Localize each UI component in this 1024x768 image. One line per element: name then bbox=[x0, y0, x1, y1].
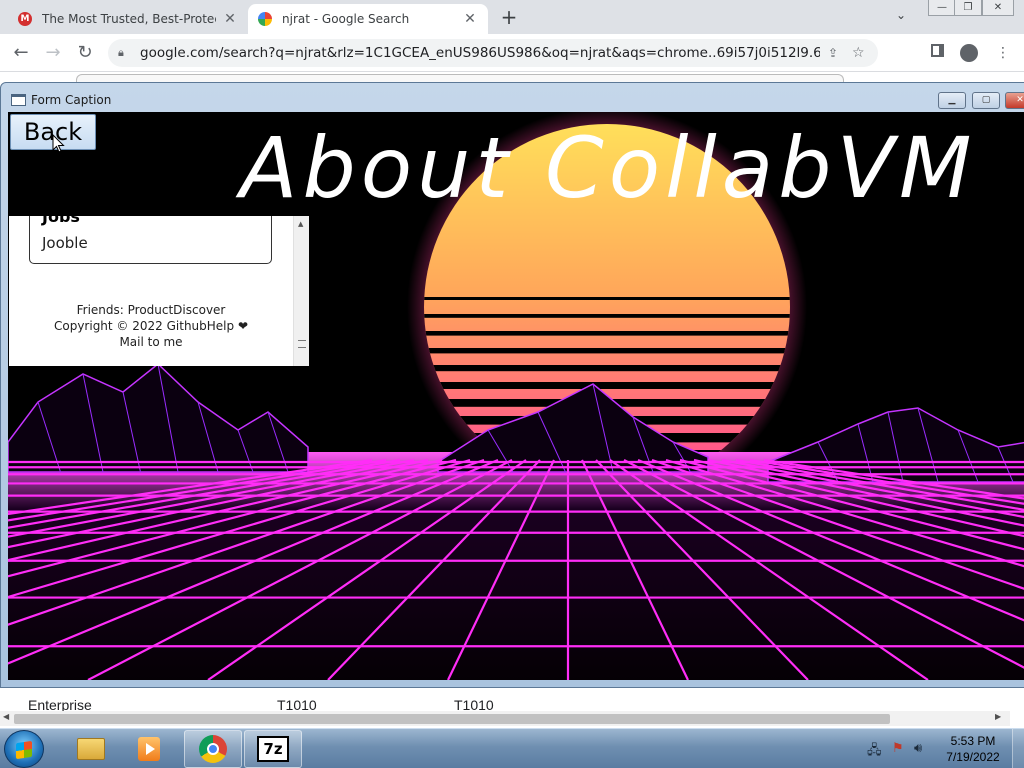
close-icon[interactable]: ✕ bbox=[222, 11, 238, 27]
side-panel-icon[interactable] bbox=[928, 44, 946, 62]
kebab-menu-icon[interactable]: ⋮ bbox=[994, 44, 1012, 62]
folder-icon bbox=[77, 738, 105, 760]
chevron-down-icon[interactable]: ⌄ bbox=[896, 8, 906, 22]
scroll-up-icon[interactable]: ▲ bbox=[298, 220, 303, 228]
volume-icon[interactable]: 🔊︎ bbox=[914, 741, 922, 756]
embedded-page-panel: Jobs Jooble Friends: ProductDiscover Cop… bbox=[9, 216, 309, 366]
taskbar-explorer[interactable] bbox=[62, 730, 120, 768]
form-close-button[interactable]: ✕ bbox=[1005, 92, 1024, 109]
taskbar-7zip[interactable]: 7z bbox=[244, 730, 302, 768]
7zip-icon: 7z bbox=[257, 736, 289, 762]
windows-taskbar: 7z 🖧︎ ⚑ 🔊︎ 5:53 PM 7/19/2022 bbox=[0, 728, 1024, 768]
form-client-area: About CollabVM Jobs Jooble Friends: Prod… bbox=[8, 112, 1024, 680]
window-icon bbox=[11, 94, 26, 106]
lock-icon[interactable]: 🔒︎ bbox=[118, 46, 130, 60]
vertical-scrollbar[interactable]: ▲ bbox=[293, 216, 309, 366]
chrome-icon bbox=[199, 735, 227, 763]
scrollbar-thumb[interactable] bbox=[14, 714, 890, 724]
form-window: Form Caption ▁ ▢ ✕ About CollabVM Jobs J… bbox=[0, 82, 1024, 688]
bookmark-star-icon[interactable]: ☆ bbox=[852, 45, 868, 61]
media-player-icon bbox=[138, 737, 160, 761]
network-icon[interactable]: 🖧︎ bbox=[867, 741, 882, 763]
page-heading: About CollabVM bbox=[240, 119, 977, 217]
show-desktop-button[interactable] bbox=[1012, 729, 1024, 768]
clock-time[interactable]: 5:53 PM bbox=[938, 734, 1008, 748]
taskbar-chrome[interactable] bbox=[184, 730, 242, 768]
back-arrow-icon[interactable]: ← bbox=[10, 42, 32, 64]
start-button[interactable] bbox=[4, 730, 44, 768]
window-title: Form Caption bbox=[31, 93, 112, 107]
site-favicon-icon: M bbox=[18, 12, 32, 26]
card-link[interactable]: Jooble bbox=[42, 234, 88, 252]
close-window-button[interactable]: ✕ bbox=[982, 0, 1014, 16]
browser-toolbar: ← → ↻ 🔒︎ google.com/search?q=njrat&rlz=1… bbox=[0, 34, 1024, 72]
scrollbar-grip-icon[interactable] bbox=[298, 340, 306, 348]
card-title: Jobs bbox=[42, 216, 80, 226]
friends-link[interactable]: Friends: ProductDiscover bbox=[9, 302, 293, 318]
mail-link[interactable]: Mail to me bbox=[9, 334, 293, 350]
jobs-card[interactable]: Jobs Jooble bbox=[29, 216, 272, 264]
browser-tab-strip: M The Most Trusted, Best-Protected ✕ njr… bbox=[0, 0, 1024, 34]
profile-avatar-icon[interactable] bbox=[960, 44, 978, 62]
tab-trusted-site[interactable]: M The Most Trusted, Best-Protected ✕ bbox=[8, 4, 249, 34]
action-center-flag-icon[interactable]: ⚑ bbox=[892, 741, 904, 756]
restore-button[interactable]: ❐ bbox=[954, 0, 982, 16]
page-footer: Friends: ProductDiscover Copyright © 202… bbox=[9, 302, 293, 350]
reload-icon[interactable]: ↻ bbox=[74, 42, 96, 64]
share-icon[interactable]: ⇪ bbox=[828, 46, 844, 60]
tab-google-search[interactable]: njrat - Google Search ✕ bbox=[248, 4, 488, 34]
google-favicon-icon bbox=[258, 12, 272, 26]
address-bar[interactable]: 🔒︎ google.com/search?q=njrat&rlz=1C1GCEA… bbox=[108, 39, 878, 67]
tab-title: njrat - Google Search bbox=[282, 12, 410, 26]
windows-logo-icon bbox=[16, 740, 32, 760]
scroll-left-icon[interactable]: ◀ bbox=[3, 712, 9, 721]
mouse-cursor-icon bbox=[52, 134, 65, 153]
form-maximize-button[interactable]: ▢ bbox=[972, 92, 1000, 109]
url-text[interactable]: google.com/search?q=njrat&rlz=1C1GCEA_en… bbox=[140, 45, 820, 61]
close-icon[interactable]: ✕ bbox=[462, 11, 478, 27]
tab-title: The Most Trusted, Best-Protected bbox=[42, 12, 216, 26]
clock-date[interactable]: 7/19/2022 bbox=[938, 750, 1008, 764]
taskbar-media-player[interactable] bbox=[120, 730, 178, 768]
scroll-right-icon[interactable]: ▶ bbox=[995, 712, 1001, 721]
new-tab-button[interactable]: + bbox=[498, 6, 520, 28]
copyright-text: Copyright © 2022 GithubHelp ❤ bbox=[53, 319, 248, 333]
minimize-button[interactable]: — bbox=[928, 0, 956, 16]
form-minimize-button[interactable]: ▁ bbox=[938, 92, 966, 109]
forward-arrow-icon[interactable]: → bbox=[42, 42, 64, 64]
